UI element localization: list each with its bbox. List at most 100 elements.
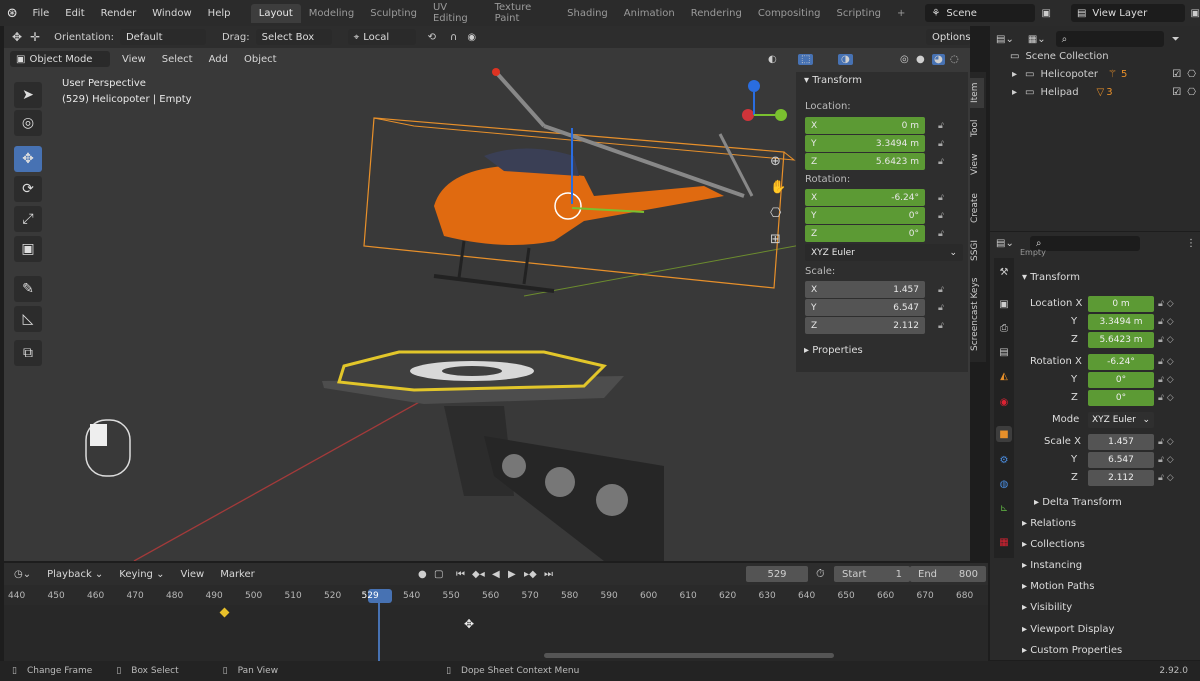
prop-location-y-field[interactable]: 3.3494 m <box>1088 314 1154 330</box>
scale-z-field[interactable]: Z 2.112 <box>805 317 925 334</box>
tab-item[interactable]: Item <box>970 78 984 108</box>
pin-icon[interactable]: ⋮ <box>1186 238 1196 249</box>
lock-icon[interactable]: 🔓︎ ◇ <box>1158 335 1174 345</box>
jump-start-icon[interactable]: ⏮ <box>456 569 465 580</box>
tab-view[interactable]: View <box>970 150 984 178</box>
rotation-z-field[interactable]: Z 0° <box>805 225 925 242</box>
start-frame-field[interactable]: Start 1 <box>834 566 910 582</box>
end-frame-field[interactable]: End 800 <box>910 566 986 582</box>
modifier-tab-icon[interactable]: ⚙ <box>996 452 1012 468</box>
measure-tool[interactable]: ◺ <box>14 306 42 332</box>
keyframe-marker[interactable] <box>219 607 230 618</box>
constraints-tab-icon[interactable]: ⊾ <box>996 500 1012 516</box>
jump-end-icon[interactable]: ⏭ <box>544 569 553 580</box>
play-icon[interactable]: ▶ <box>508 569 516 580</box>
object-tab-icon[interactable]: ■ <box>996 426 1012 442</box>
rotate-tool[interactable]: ⟳ <box>14 176 42 202</box>
add-workspace-button[interactable]: + <box>889 4 913 23</box>
transform-tool[interactable]: ▣ <box>14 236 42 262</box>
current-frame-field[interactable]: 529 <box>746 566 808 582</box>
outliner-item-helipad[interactable]: ▸ ▭ Helipad ▽ 3 ☑ ⎔ <box>1012 87 1196 98</box>
camera-visibility-icon[interactable]: ⎔ <box>1187 69 1196 80</box>
rotation-x-field[interactable]: X -6.24° <box>805 189 925 206</box>
add-cube-tool[interactable]: ⧉ <box>14 340 42 366</box>
tab-ssgi[interactable]: SSGI <box>970 236 984 264</box>
instancing-section[interactable]: ▸ Instancing <box>1022 560 1082 571</box>
motion-paths-section[interactable]: ▸ Motion Paths <box>1022 581 1094 592</box>
prop-rotation-x-field[interactable]: -6.24° <box>1088 354 1154 370</box>
view-layer-tab-icon[interactable]: ▤ <box>996 344 1012 360</box>
tab-shading[interactable]: Shading <box>559 4 616 23</box>
location-y-field[interactable]: Y 3.3494 m <box>805 135 925 152</box>
annotate-tool[interactable]: ✎ <box>14 276 42 302</box>
move-tool[interactable]: ✥ <box>14 146 42 172</box>
grid-icon[interactable]: ⊞ <box>770 232 781 247</box>
lock-icon[interactable]: 🔓︎ <box>938 211 950 223</box>
scale-tool[interactable]: ⤢ <box>14 206 42 232</box>
properties-search-input[interactable]: ⌕ <box>1029 235 1140 251</box>
cursor-tool[interactable]: ◎ <box>14 110 42 136</box>
menu-edit[interactable]: Edit <box>57 8 92 19</box>
prev-keyframe-icon[interactable]: ◆◂ <box>472 569 485 580</box>
object-name-field[interactable]: Empty <box>1020 248 1046 257</box>
lock-icon[interactable]: 🔓︎ <box>938 193 950 205</box>
tab-animation[interactable]: Animation <box>616 4 683 23</box>
scene-tab-icon[interactable]: ◭ <box>996 368 1012 384</box>
lock-icon[interactable]: 🔓︎ ◇ <box>1158 437 1174 447</box>
rotation-y-field[interactable]: Y 0° <box>805 207 925 224</box>
editor-type-icon[interactable]: ▤⌄ <box>996 34 1014 45</box>
properties-section[interactable]: ▸ Properties <box>804 345 863 356</box>
tab-uv-editing[interactable]: UV Editing <box>425 0 487 28</box>
lock-icon[interactable]: 🔓︎ <box>938 285 950 297</box>
keying-set-icon[interactable]: ▢ <box>434 569 443 580</box>
lock-icon[interactable]: 🔓︎ ◇ <box>1158 455 1174 465</box>
lock-icon[interactable]: 🔓︎ ◇ <box>1158 473 1174 483</box>
outliner-item-helicopoter[interactable]: ▸ ▭ Helicopoter ⚚ 5 ☑ ⎔ <box>1012 69 1196 80</box>
prop-rotation-y-field[interactable]: 0° <box>1088 372 1154 388</box>
scale-y-field[interactable]: Y 6.547 <box>805 299 925 316</box>
checkbox-icon[interactable]: ☑ <box>1172 69 1181 80</box>
record-icon[interactable]: ● <box>418 569 427 580</box>
playback-menu[interactable]: Playback ⌄ <box>39 569 111 580</box>
output-tab-icon[interactable]: ⎙ <box>996 320 1012 336</box>
horizontal-scrollbar[interactable] <box>544 653 834 658</box>
menu-help[interactable]: Help <box>200 8 239 19</box>
menu-render[interactable]: Render <box>93 8 145 19</box>
transform-header[interactable]: ▾ Transform <box>804 75 862 86</box>
tab-layout[interactable]: Layout <box>250 3 301 23</box>
transform-panel-header[interactable]: ▾ Transform <box>1022 272 1080 283</box>
prop-location-z-field[interactable]: 5.6423 m <box>1088 332 1154 348</box>
checkbox-icon[interactable]: ☑ <box>1172 87 1181 98</box>
render-tab-icon[interactable]: ▣ <box>996 296 1012 312</box>
zoom-icon[interactable]: ⊕ <box>770 154 781 169</box>
display-mode-icon[interactable]: ▦⌄ <box>1028 34 1046 45</box>
menu-window[interactable]: Window <box>144 8 199 19</box>
tab-screencast-keys[interactable]: Screencast Keys <box>970 274 984 354</box>
prop-mode-dropdown[interactable]: XYZ Euler ⌄ <box>1088 412 1154 428</box>
location-x-field[interactable]: X 0 m <box>805 117 925 134</box>
prop-scale-x-field[interactable]: 1.457 <box>1088 434 1154 450</box>
camera-icon[interactable]: ⎔ <box>770 206 781 221</box>
prop-scale-z-field[interactable]: 2.112 <box>1088 470 1154 486</box>
lock-icon[interactable]: 🔓︎ ◇ <box>1158 299 1174 309</box>
pan-hand-icon[interactable]: ✋ <box>770 180 786 195</box>
tab-rendering[interactable]: Rendering <box>683 4 750 23</box>
visibility-section[interactable]: ▸ Visibility <box>1022 602 1072 613</box>
editor-type-icon[interactable]: ◷⌄ <box>14 569 31 580</box>
timeline-view-menu[interactable]: View <box>172 569 212 580</box>
tool-tab-icon[interactable]: ⚒ <box>996 264 1012 280</box>
timeline-editor[interactable]: ◷⌄ Playback ⌄ Keying ⌄ View Marker ● ▢ ⏮… <box>4 563 988 661</box>
lock-icon[interactable]: 🔓︎ <box>938 229 950 241</box>
menu-file[interactable]: File <box>25 8 58 19</box>
view-layer-selector[interactable]: ▤ View Layer <box>1070 4 1185 22</box>
location-z-field[interactable]: Z 5.6423 m <box>805 153 925 170</box>
tab-sculpting[interactable]: Sculpting <box>362 4 425 23</box>
lock-icon[interactable]: 🔓︎ ◇ <box>1158 393 1174 403</box>
lock-icon[interactable]: 🔓︎ <box>938 157 950 169</box>
lock-icon[interactable]: 🔓︎ <box>938 139 950 151</box>
tab-scripting[interactable]: Scripting <box>829 4 889 23</box>
scale-x-field[interactable]: X 1.457 <box>805 281 925 298</box>
outliner-search-input[interactable]: ⌕ <box>1055 31 1164 47</box>
prop-scale-y-field[interactable]: 6.547 <box>1088 452 1154 468</box>
filter-icon[interactable]: ⏷ <box>1172 34 1180 45</box>
